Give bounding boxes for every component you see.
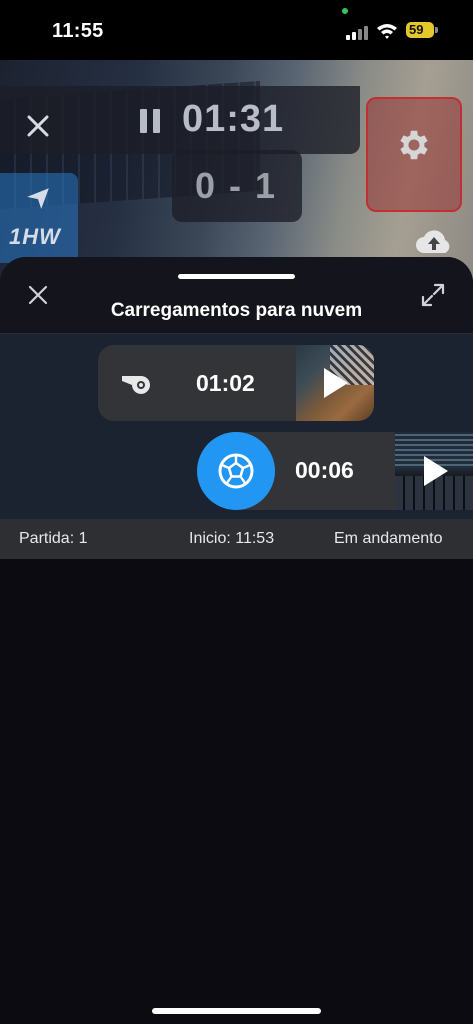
gear-icon	[400, 130, 428, 160]
expand-icon[interactable]	[420, 282, 446, 308]
match-status: Em andamento	[334, 530, 443, 547]
status-time: 11:55	[52, 20, 104, 42]
wifi-icon	[377, 24, 397, 39]
match-info-bar: Partida: 1 Inicio: 11:53 Em andamento	[0, 519, 473, 559]
send-icon	[27, 188, 49, 209]
soccer-ball-icon	[218, 453, 254, 489]
sheet-grab-handle[interactable]	[178, 274, 295, 279]
match-start-time: Inicio: 11:53	[189, 530, 275, 547]
status-bar: 11:55 59	[0, 0, 473, 60]
camera-in-use-indicator	[342, 8, 348, 14]
upload-time: 00:06	[295, 457, 354, 483]
timer-panel	[0, 86, 360, 154]
logo-text: 1HW	[9, 224, 61, 249]
sheet-title: Carregamentos para nuvem	[110, 300, 363, 321]
match-score: 0 - 1	[194, 165, 278, 206]
pause-icon[interactable]	[140, 109, 162, 133]
match-timer: 01:31	[182, 98, 285, 140]
whistle-icon	[122, 375, 150, 394]
upload-time: 01:02	[196, 370, 255, 396]
battery-level: 59	[406, 22, 434, 38]
cellular-signal-icon	[346, 24, 368, 40]
close-recording-icon[interactable]	[24, 112, 52, 140]
sheet-header	[0, 257, 473, 334]
play-icon[interactable]	[324, 368, 348, 398]
home-indicator[interactable]	[152, 1008, 321, 1014]
match-number: Partida: 1	[19, 530, 88, 547]
battery-cap	[435, 27, 438, 33]
play-icon[interactable]	[424, 456, 448, 486]
cloud-upload-icon[interactable]	[414, 228, 454, 258]
